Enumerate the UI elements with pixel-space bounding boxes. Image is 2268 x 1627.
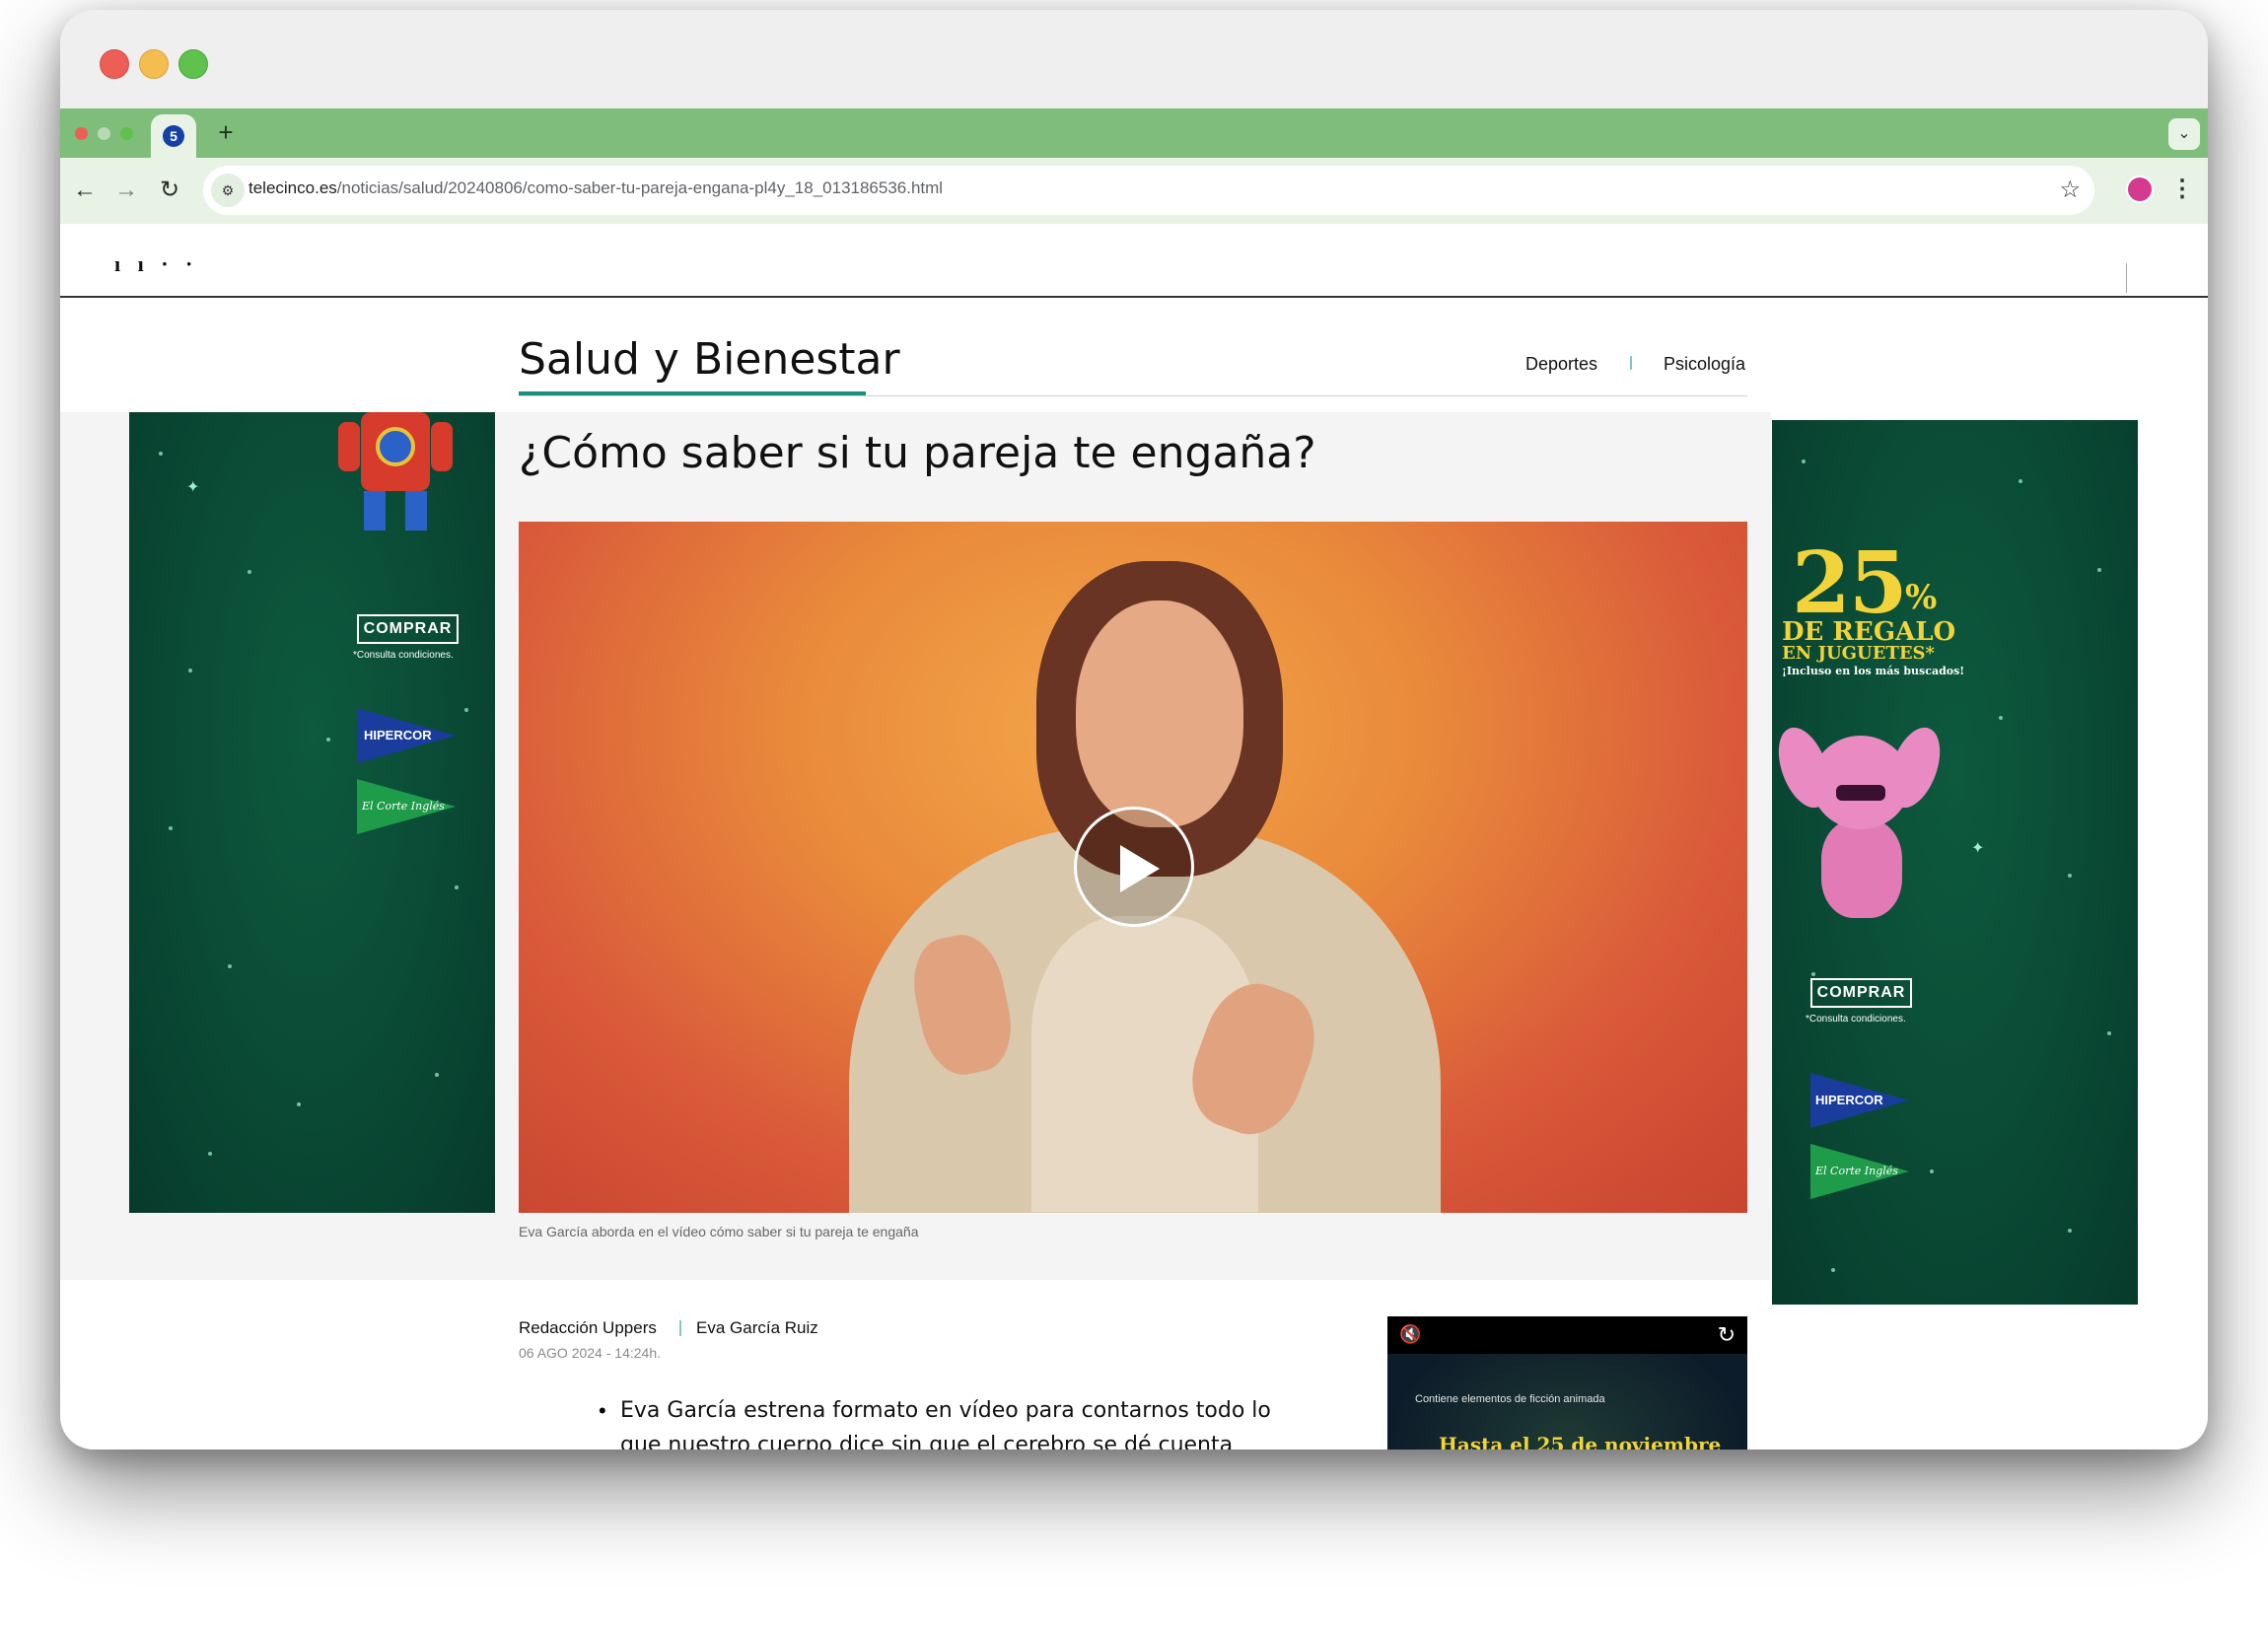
ad-star: [1831, 1268, 1835, 1272]
el-corte-ingles-logo-text: El Corte Inglés: [362, 800, 445, 813]
ad-star: [435, 1073, 439, 1077]
profile-avatar[interactable]: [2126, 176, 2154, 203]
hipercor-logo-text: HIPERCOR: [1815, 1093, 1883, 1107]
bullet-marker: •: [599, 1398, 606, 1423]
article-summary-bullet: Eva García estrena formato en vídeo para…: [620, 1398, 1271, 1450]
ad-star: [228, 964, 232, 968]
video-frame-face: [1076, 601, 1243, 827]
plush-body: [1821, 819, 1902, 918]
bookmark-star-icon[interactable]: ☆: [2059, 176, 2081, 204]
ad-star: [2097, 568, 2101, 572]
maximize-window-button[interactable]: [178, 49, 208, 79]
browser-window: 5 + ⌄ ← → ↻ ⚙ telecinco.es/noticias/salu…: [60, 10, 2208, 1450]
left-skyscraper-ad[interactable]: ✦ COMPRAR *Consulta condiciones. HIPERCO…: [129, 412, 495, 1213]
article-headline: ¿Cómo saber si tu pareja te engaña?: [519, 428, 1316, 478]
ad-star: [2107, 1031, 2111, 1035]
section-title[interactable]: Salud y Bienestar: [519, 334, 900, 385]
sparkle-icon: ✦: [186, 479, 200, 496]
site-logo[interactable]: ı ı · ·: [114, 251, 198, 277]
active-tab[interactable]: 5: [151, 114, 196, 158]
subnav-link-psicologia[interactable]: Psicología: [1664, 354, 1745, 375]
ad-star: [297, 1102, 301, 1106]
right-skyscraper-ad[interactable]: ✦ 25 % DE REGALO EN JUGUETES* ¡Incluso e…: [1772, 420, 2138, 1305]
forward-arrow-icon[interactable]: →: [109, 174, 143, 207]
subnav-separator: [1630, 356, 1632, 370]
ad-star: [2068, 874, 2072, 878]
ad-star: [1930, 1169, 1934, 1173]
robot-core: [376, 427, 415, 466]
browser-chrome: 5 + ⌄ ← → ↻ ⚙ telecinco.es/noticias/salu…: [60, 108, 2208, 224]
replay-icon[interactable]: ↻: [1718, 1322, 1736, 1348]
publish-date: 06 AGO 2024 - 14:24h.: [519, 1345, 661, 1361]
ad-star: [455, 885, 459, 889]
mini-video-ad-player[interactable]: 🔇 ↻ Contiene elementos de ficción animad…: [1387, 1316, 1747, 1450]
section-rule: [519, 395, 1747, 396]
mini-player-controls: 🔇 ↻: [1387, 1316, 1747, 1354]
ad-buy-button[interactable]: COMPRAR: [357, 614, 459, 644]
toy-robot-image: [336, 412, 455, 540]
site-settings-icon[interactable]: ⚙: [211, 174, 245, 207]
mini-player-note: Contiene elementos de ficción animada: [1415, 1393, 1605, 1405]
ad-star: [2019, 479, 2022, 483]
video-caption: Eva García aborda en el vídeo cómo saber…: [519, 1224, 919, 1239]
robot-leg: [405, 491, 427, 531]
subnav-link-deportes[interactable]: Deportes: [1525, 354, 1597, 375]
ad-star: [188, 669, 192, 672]
play-button[interactable]: [1074, 807, 1194, 927]
web-page: ı ı · · Salud y Bienestar Deportes Psico…: [60, 224, 2208, 1450]
ad-buy-button[interactable]: COMPRAR: [1810, 978, 1912, 1008]
author-link-redaccion[interactable]: Redacción Uppers: [519, 1318, 657, 1338]
url-text[interactable]: telecinco.es/noticias/salud/20240806/com…: [248, 178, 943, 198]
byline-separator: [679, 1320, 681, 1336]
browser-toolbar: ← → ↻ ⚙ telecinco.es/noticias/salud/2024…: [60, 158, 2208, 224]
el-corte-ingles-logo-text: El Corte Inglés: [1815, 1165, 1898, 1177]
mute-icon[interactable]: 🔇: [1399, 1324, 1421, 1345]
ad-star: [159, 452, 163, 456]
mini-close-dot: [75, 127, 88, 140]
promo-percent-sign: %: [1905, 578, 1938, 617]
robot-arm: [338, 422, 360, 471]
url-host: telecinco.es: [248, 178, 337, 197]
header-divider: [2126, 263, 2127, 293]
plush-head: [1811, 736, 1910, 829]
telecinco-favicon-icon: 5: [163, 125, 184, 147]
ad-star: [464, 708, 468, 712]
plush-mouth: [1836, 785, 1885, 801]
ad-star: [169, 826, 173, 830]
back-arrow-icon[interactable]: ←: [68, 174, 102, 207]
ad-terms-note: *Consulta condiciones.: [353, 650, 454, 661]
ad-star: [1811, 972, 1815, 976]
robot-leg: [364, 491, 386, 531]
promo-subheadline: EN JUGUETES*: [1782, 643, 1935, 664]
site-header: ı ı · ·: [60, 224, 2208, 298]
sparkle-icon: ✦: [1971, 840, 1985, 857]
ad-star: [2068, 1229, 2072, 1233]
chrome-menu-icon[interactable]: ⋮: [2170, 172, 2194, 207]
mini-player-promo: Hasta el 25 de noviembre: [1439, 1433, 1722, 1450]
ad-star: [248, 570, 251, 574]
ad-star: [1999, 716, 2003, 720]
robot-arm: [431, 422, 453, 471]
author-link-eva-garcia[interactable]: Eva García Ruiz: [696, 1318, 818, 1338]
hipercor-logo-text: HIPERCOR: [364, 728, 432, 743]
plush-toy-image: [1772, 720, 1950, 933]
address-bar[interactable]: ⚙ telecinco.es/noticias/salud/20240806/c…: [203, 166, 2094, 215]
promo-tagline: ¡Incluso en los más buscados!: [1782, 665, 1965, 677]
window-titlebar: [60, 10, 2208, 108]
tab-search-button[interactable]: ⌄: [2168, 118, 2200, 150]
play-icon: [1120, 845, 1160, 892]
mini-minimize-dot: [98, 127, 110, 140]
ad-star: [326, 738, 330, 742]
reload-icon[interactable]: ↻: [153, 174, 186, 207]
ad-star: [1802, 460, 1806, 463]
minimize-window-button[interactable]: [139, 49, 169, 79]
url-path: /noticias/salud/20240806/como-saber-tu-p…: [336, 178, 944, 197]
close-window-button[interactable]: [100, 49, 129, 79]
tab-strip: 5 + ⌄: [60, 108, 2208, 158]
new-tab-button[interactable]: +: [210, 116, 242, 148]
article-video-player[interactable]: [519, 522, 1747, 1213]
ad-terms-note: *Consulta condiciones.: [1806, 1014, 1906, 1025]
mini-maximize-dot: [120, 127, 133, 140]
ad-star: [208, 1152, 212, 1156]
